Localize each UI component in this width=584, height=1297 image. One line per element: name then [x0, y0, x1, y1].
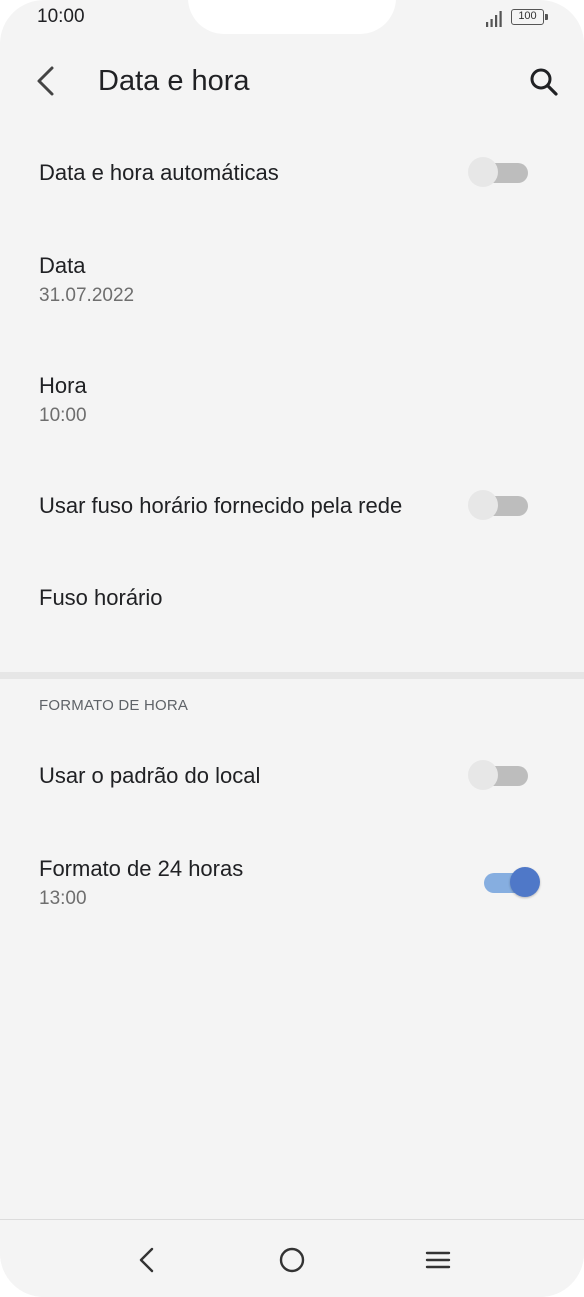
switch-thumb — [468, 490, 498, 520]
nav-menu-icon — [425, 1251, 451, 1269]
format-24h-label: Formato de 24 horas — [39, 856, 244, 881]
back-arrow-icon — [37, 66, 54, 96]
switch-thumb — [468, 157, 498, 187]
page-title: Data e hora — [98, 65, 250, 97]
format-24h-example: 13:00 — [39, 888, 87, 909]
format-24h-switch[interactable] — [476, 865, 540, 899]
locale-default-row[interactable]: Usar o padrão do local — [0, 734, 584, 820]
nav-menu-button[interactable] — [418, 1240, 458, 1280]
date-value: 31.07.2022 — [39, 285, 135, 306]
battery-level: 100 — [511, 9, 544, 25]
time-row[interactable]: Hora 10:00 — [0, 356, 584, 456]
network-timezone-switch[interactable] — [468, 488, 530, 522]
search-icon — [530, 68, 558, 96]
nav-back-button[interactable] — [126, 1240, 166, 1280]
date-label: Data — [39, 253, 86, 278]
nav-home-button[interactable] — [272, 1240, 312, 1280]
battery-icon: 100 — [511, 9, 551, 27]
back-button[interactable] — [28, 62, 68, 102]
network-timezone-label: Usar fuso horário fornecido pela rede — [39, 493, 403, 518]
time-label: Hora — [39, 373, 87, 398]
toolbar: Data e hora — [0, 50, 584, 114]
format-24h-row[interactable]: Formato de 24 horas 13:00 — [0, 838, 584, 928]
date-row[interactable]: Data 31.07.2022 — [0, 236, 584, 336]
timezone-label: Fuso horário — [39, 585, 163, 610]
switch-thumb — [510, 867, 540, 897]
locale-default-label: Usar o padrão do local — [39, 763, 261, 788]
timezone-row[interactable]: Fuso horário — [0, 556, 584, 642]
auto-datetime-label: Data e hora automáticas — [39, 160, 279, 185]
camera-notch — [188, 0, 396, 34]
auto-datetime-row[interactable]: Data e hora automáticas — [0, 130, 584, 216]
screen: 10:00 100 Data e hora Data e hora automá… — [0, 0, 584, 1297]
time-format-header: FORMATO DE HORA — [39, 697, 189, 714]
locale-default-switch[interactable] — [468, 758, 530, 792]
time-value: 10:00 — [39, 405, 87, 426]
network-timezone-row[interactable]: Usar fuso horário fornecido pela rede — [0, 464, 584, 550]
auto-datetime-switch[interactable] — [468, 155, 530, 189]
status-bar: 10:00 100 — [0, 0, 584, 44]
switch-thumb — [468, 760, 498, 790]
nav-back-icon — [139, 1247, 154, 1273]
search-button[interactable] — [524, 62, 564, 102]
signal-icon — [485, 10, 505, 28]
status-time: 10:00 — [37, 6, 85, 27]
nav-home-icon — [279, 1247, 305, 1273]
section-divider — [0, 672, 584, 679]
navigation-bar — [0, 1219, 584, 1297]
battery-tip — [545, 14, 548, 20]
